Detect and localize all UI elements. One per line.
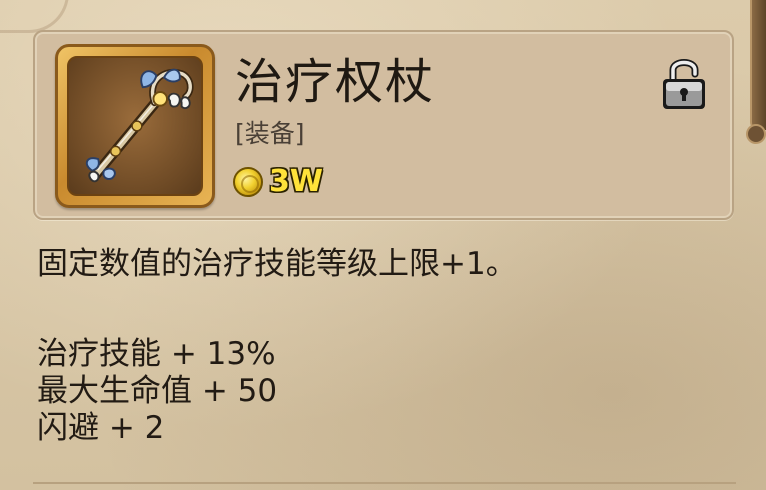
unlocked-padlock-icon — [663, 59, 705, 109]
lock-toggle-button[interactable] — [659, 52, 709, 112]
item-price: 3W — [233, 166, 323, 198]
stat-list: 治疗技能 + 13% 最大生命值 + 50 闪避 + 2 — [37, 336, 277, 447]
item-icon-slot — [67, 56, 203, 196]
stat-line: 治疗技能 + 13% — [37, 336, 276, 372]
price-value: 3W — [269, 164, 323, 199]
item-icon-frame — [55, 44, 215, 208]
item-description: 固定数值的治疗技能等级上限+1。 — [37, 246, 517, 282]
gold-coin-icon — [233, 167, 263, 197]
item-header-panel: 治疗权杖 [装备] 3W — [33, 30, 734, 220]
item-name: 治疗权杖 — [235, 54, 436, 110]
staff-icon — [85, 68, 194, 183]
stat-line: 闪避 + 2 — [37, 410, 165, 446]
stat-line: 最大生命值 + 50 — [37, 373, 278, 409]
window-frame-edge — [746, 0, 766, 144]
item-type-label: [装备] — [235, 119, 305, 148]
divider — [33, 482, 736, 484]
